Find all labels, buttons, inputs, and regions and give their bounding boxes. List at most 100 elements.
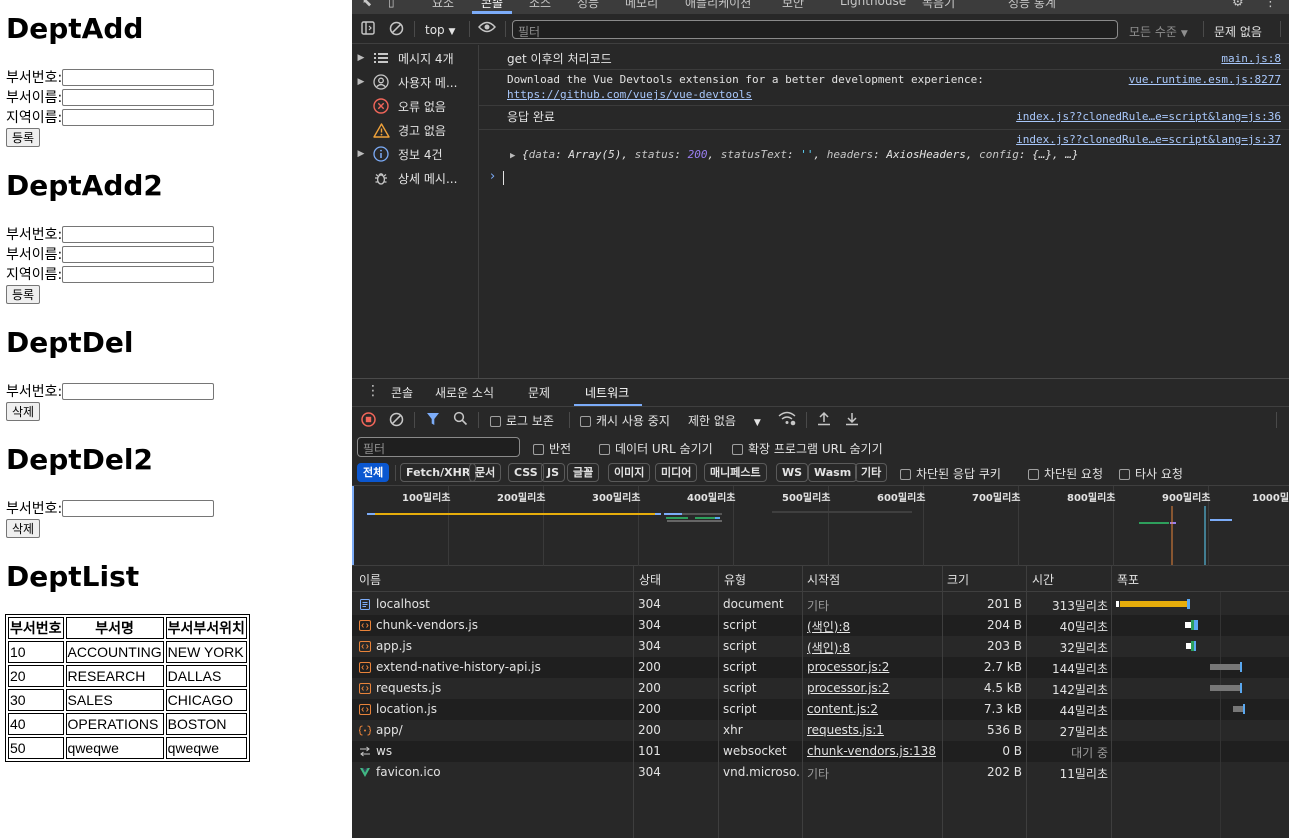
device-toolbar-icon[interactable]: ▯ <box>388 0 395 9</box>
request-initiator: 기타 <box>807 767 830 781</box>
drawer-tab-network[interactable]: 네트워크 <box>585 384 629 401</box>
table-cell: CHICAGO <box>165 689 247 711</box>
type-filter-media[interactable]: 미디어 <box>655 463 698 482</box>
dept-no-input[interactable] <box>62 499 215 517</box>
sidebar-item-messages[interactable]: ▶ 메시지 4개 <box>352 46 478 70</box>
checkbox-label: 캐시 사용 중지 <box>596 414 670 428</box>
sidebar-item-label: 정보 4건 <box>398 147 443 162</box>
type-filter-manifest[interactable]: 매니페스트 <box>704 463 767 482</box>
log-levels-dropdown[interactable]: 모든 수준 ▼ <box>1129 23 1188 40</box>
sidebar-item-user-messages[interactable]: ▶ 사용자 메... <box>352 70 478 94</box>
dept-loc-input[interactable] <box>62 265 215 283</box>
register-button[interactable]: 등록 <box>6 285 41 304</box>
sidebar-item-verbose[interactable]: 상세 메시... <box>352 166 478 190</box>
sidebar-item-warnings[interactable]: 경고 없음 <box>352 118 478 142</box>
dept-name-input[interactable] <box>62 245 215 263</box>
column-header-status[interactable]: 상태 <box>639 571 661 588</box>
column-header-size[interactable]: 크기 <box>947 571 969 588</box>
column-header-time[interactable]: 시간 <box>1032 571 1054 588</box>
type-filter-other[interactable]: 기타 <box>855 463 888 482</box>
clear-network-icon[interactable] <box>389 412 404 427</box>
throttling-dropdown[interactable]: 제한 없음 ▼ <box>688 412 761 429</box>
more-options-icon[interactable]: ⋮ <box>1264 0 1277 10</box>
request-initiator[interactable]: content.js:2 <box>807 702 942 716</box>
type-filter-ws[interactable]: WS <box>776 463 809 482</box>
source-link[interactable]: index.js??clonedRule…e=script&lang=js:37 <box>1016 133 1281 146</box>
dept-no-input[interactable] <box>62 68 215 86</box>
third-party-checkbox[interactable]: 타사 요청 <box>1119 465 1183 482</box>
blocked-cookies-checkbox[interactable]: 차단된 응답 쿠키 <box>900 465 1001 482</box>
type-filter-js[interactable]: JS <box>541 463 566 482</box>
sidebar-toggle-icon[interactable] <box>360 20 376 36</box>
context-selector[interactable]: top ▼ <box>425 23 455 37</box>
column-header-initiator[interactable]: 시작점 <box>807 571 840 588</box>
dept-loc-input[interactable] <box>62 108 215 126</box>
checkbox-box <box>732 444 743 455</box>
delete-button[interactable]: 삭제 <box>6 402 41 421</box>
tab-performance-insights[interactable]: 성능 통계 <box>1008 0 1056 12</box>
tab-sources[interactable]: 소스 <box>529 0 551 12</box>
issues-counter[interactable]: 문제 없음 <box>1214 23 1262 40</box>
dept-no-input[interactable] <box>62 382 215 400</box>
import-har-icon[interactable] <box>817 411 831 426</box>
live-expression-icon[interactable] <box>478 20 496 34</box>
hide-extension-urls-checkbox[interactable]: 확장 프로그램 URL 숨기기 <box>732 440 883 457</box>
type-filter-css[interactable]: CSS <box>508 463 544 482</box>
filter-funnel-icon[interactable] <box>426 412 440 427</box>
tab-memory[interactable]: 메모리 <box>625 0 658 12</box>
console-input-caret[interactable] <box>503 171 504 185</box>
preserve-log-checkbox[interactable]: 로그 보존 <box>490 412 554 429</box>
request-initiator[interactable]: processor.js:2 <box>807 681 942 695</box>
search-icon[interactable] <box>453 411 468 426</box>
source-link[interactable]: index.js??clonedRule…e=script&lang=js:36 <box>1016 110 1281 123</box>
tab-security[interactable]: 보안 <box>782 0 804 12</box>
register-button[interactable]: 등록 <box>6 128 41 147</box>
drawer-menu-icon[interactable]: ⋮ <box>366 383 380 399</box>
request-initiator[interactable]: processor.js:2 <box>807 660 942 674</box>
tab-lighthouse[interactable]: Lighthouse <box>840 0 906 12</box>
hide-data-urls-checkbox[interactable]: 데이터 URL 숨기기 <box>599 440 713 457</box>
clear-console-icon[interactable] <box>388 20 404 36</box>
column-header-type[interactable]: 유형 <box>724 571 746 588</box>
settings-icon[interactable]: ⚙ <box>1232 0 1244 10</box>
dept-no-input[interactable] <box>62 225 215 243</box>
inspect-element-icon[interactable]: ⬉ <box>362 0 372 9</box>
request-name: location.js <box>376 702 438 716</box>
source-link[interactable]: vue.runtime.esm.js:8277 <box>1129 73 1281 86</box>
request-initiator[interactable]: (색인):8 <box>807 639 942 656</box>
tab-application[interactable]: 애플리케이션 <box>685 0 751 12</box>
invert-checkbox[interactable]: 반전 <box>533 440 571 457</box>
sidebar-item-errors[interactable]: 오류 없음 <box>352 94 478 118</box>
sidebar-item-info[interactable]: ▶ 정보 4건 <box>352 142 478 166</box>
type-filter-img[interactable]: 이미지 <box>608 463 651 482</box>
drawer-tab-issues[interactable]: 문제 <box>528 384 550 401</box>
console-filter-input[interactable]: 필터 <box>512 20 1118 39</box>
type-filter-all[interactable]: 전체 <box>357 463 390 482</box>
source-link[interactable]: main.js:8 <box>1221 52 1281 65</box>
column-header-waterfall[interactable]: 폭포 <box>1117 571 1139 588</box>
disable-cache-checkbox[interactable]: 캐시 사용 중지 <box>580 412 670 429</box>
blocked-requests-checkbox[interactable]: 차단된 요청 <box>1028 465 1103 482</box>
tab-elements[interactable]: 요소 <box>432 0 454 12</box>
delete-button[interactable]: 삭제 <box>6 519 41 538</box>
drawer-tab-whats-new[interactable]: 새로운 소식 <box>435 384 494 401</box>
drawer-tab-console[interactable]: 콘솔 <box>391 384 413 401</box>
network-filter-input[interactable]: 필터 <box>357 437 520 457</box>
tab-recorder[interactable]: 녹음기 <box>922 0 955 12</box>
levels-label: 모든 수준 <box>1129 25 1177 39</box>
column-header-name[interactable]: 이름 <box>359 571 381 588</box>
dept-name-input[interactable] <box>62 88 215 106</box>
type-filter-fetch-xhr[interactable]: Fetch/XHR <box>400 463 477 482</box>
request-initiator[interactable]: requests.js:1 <box>807 723 942 737</box>
axios-response-object[interactable]: ▶ {data: Array(5), status: 200, statusTe… <box>510 148 1078 161</box>
tab-performance[interactable]: 성능 <box>577 0 599 12</box>
vue-devtools-link[interactable]: https://github.com/vuejs/vue-devtools <box>507 88 752 101</box>
record-stop-icon[interactable] <box>361 412 376 427</box>
type-filter-doc[interactable]: 문서 <box>469 463 502 482</box>
type-filter-font[interactable]: 글꼴 <box>567 463 600 482</box>
network-conditions-icon[interactable] <box>778 411 796 426</box>
request-initiator[interactable]: chunk-vendors.js:138 <box>807 744 942 758</box>
export-har-icon[interactable] <box>845 411 859 426</box>
type-filter-wasm[interactable]: Wasm <box>808 463 858 482</box>
request-initiator[interactable]: (색인):8 <box>807 618 942 635</box>
